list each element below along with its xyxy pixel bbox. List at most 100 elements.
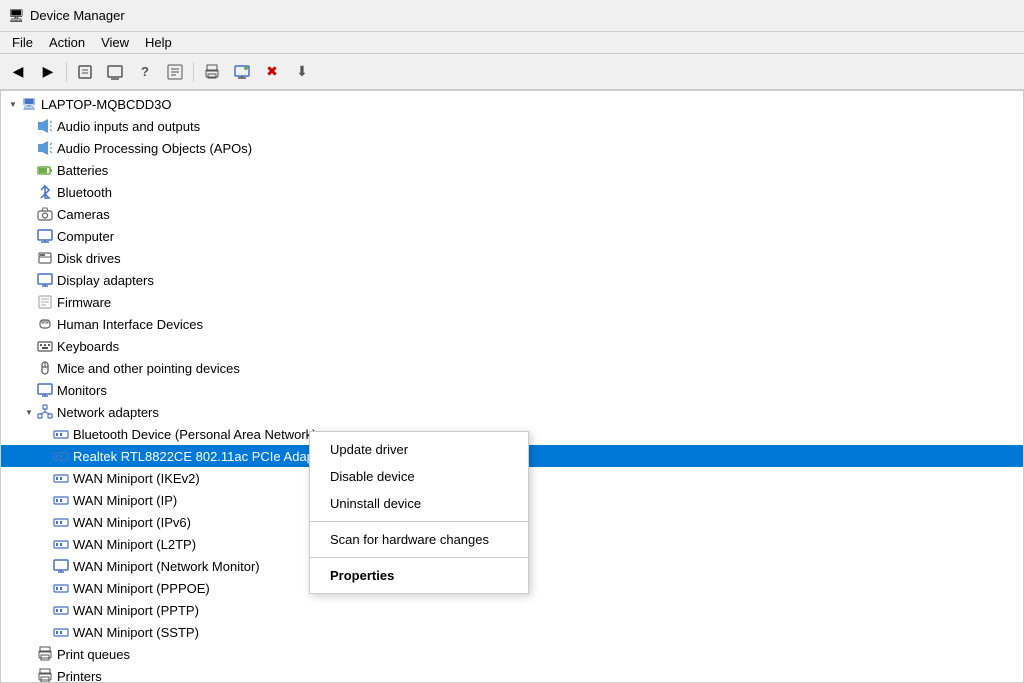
context-menu-item[interactable]: Scan for hardware changes (310, 526, 528, 553)
item-icon (53, 448, 69, 464)
item-icon (37, 118, 53, 134)
item-icon (37, 272, 53, 288)
item-icon (37, 250, 53, 266)
tree-item[interactable]: Bluetooth (1, 181, 1023, 203)
item-icon (37, 206, 53, 222)
remove-driver-button[interactable]: ✖ (258, 58, 286, 86)
expand-root[interactable] (5, 96, 21, 112)
context-menu-item[interactable]: Update driver (310, 436, 528, 463)
item-label: Monitors (57, 383, 107, 398)
item-label: Bluetooth (57, 185, 112, 200)
tree-item[interactable]: WAN Miniport (SSTP) (1, 621, 1023, 643)
print-button[interactable] (198, 58, 226, 86)
item-icon (53, 580, 69, 596)
scan-computer-button[interactable] (228, 58, 256, 86)
tree-item[interactable]: Mice and other pointing devices (1, 357, 1023, 379)
tree-item[interactable]: Monitors (1, 379, 1023, 401)
tree-item[interactable]: Keyboards (1, 335, 1023, 357)
root-label: LAPTOP-MQBCDD3O (41, 97, 172, 112)
item-icon (37, 228, 53, 244)
item-icon (53, 514, 69, 530)
menu-view[interactable]: View (93, 33, 137, 52)
item-icon (37, 162, 53, 178)
forward-button[interactable]: ▶ (34, 58, 62, 86)
item-label: WAN Miniport (IP) (73, 493, 177, 508)
item-icon (37, 668, 53, 682)
item-label: Firmware (57, 295, 111, 310)
item-label: Audio Processing Objects (APOs) (57, 141, 252, 156)
tree-item[interactable]: Cameras (1, 203, 1023, 225)
item-icon (53, 624, 69, 640)
item-label: Cameras (57, 207, 110, 222)
menu-help[interactable]: Help (137, 33, 180, 52)
item-icon (37, 316, 53, 332)
toolbar: ◀ ▶ ? ✖ ⬇ (0, 54, 1024, 90)
item-icon (37, 382, 53, 398)
expand-icon[interactable] (21, 404, 37, 420)
item-label: Bluetooth Device (Personal Area Network) (73, 427, 317, 442)
app-icon: 🖥 (8, 8, 24, 24)
item-label: Printers (57, 669, 102, 683)
item-label: Realtek RTL8822CE 802.11ac PCIe Adapter (73, 449, 329, 464)
item-icon (37, 338, 53, 354)
item-icon (37, 294, 53, 310)
context-menu-separator (310, 521, 528, 522)
item-icon (37, 184, 53, 200)
item-icon (53, 558, 69, 574)
tree-item[interactable]: Display adapters (1, 269, 1023, 291)
scan-hardware-button[interactable]: ⬇ (288, 58, 316, 86)
tree-item[interactable]: Firmware (1, 291, 1023, 313)
item-label: WAN Miniport (L2TP) (73, 537, 196, 552)
item-label: Computer (57, 229, 114, 244)
title-bar: 🖥 Device Manager (0, 0, 1024, 32)
item-label: Mice and other pointing devices (57, 361, 240, 376)
tree-item[interactable]: WAN Miniport (PPTP) (1, 599, 1023, 621)
menu-file[interactable]: File (4, 33, 41, 52)
item-label: Batteries (57, 163, 108, 178)
menu-action[interactable]: Action (41, 33, 93, 52)
item-label: Print queues (57, 647, 130, 662)
toolbar-separator-1 (66, 62, 67, 82)
root-icon: 🖥 (21, 96, 37, 112)
item-icon (37, 140, 53, 156)
item-icon (37, 360, 53, 376)
item-label: Audio inputs and outputs (57, 119, 200, 134)
item-label: Network adapters (57, 405, 159, 420)
tree-item[interactable]: Network adapters (1, 401, 1023, 423)
item-icon (53, 426, 69, 442)
toolbar-separator-2 (193, 62, 194, 82)
tree-item[interactable]: Audio inputs and outputs (1, 115, 1023, 137)
item-icon (53, 536, 69, 552)
item-label: Disk drives (57, 251, 121, 266)
tree-item[interactable]: Audio Processing Objects (APOs) (1, 137, 1023, 159)
item-label: Display adapters (57, 273, 154, 288)
window-title: Device Manager (30, 8, 125, 23)
back-button[interactable]: ◀ (4, 58, 32, 86)
item-icon (37, 646, 53, 662)
tree-item[interactable]: Printers (1, 665, 1023, 682)
tree-children: Audio inputs and outputs Audio Processing… (1, 115, 1023, 682)
context-menu-item[interactable]: Disable device (310, 463, 528, 490)
context-menu-separator (310, 557, 528, 558)
properties-button[interactable] (71, 58, 99, 86)
context-menu-item[interactable]: Uninstall device (310, 490, 528, 517)
tree-item[interactable]: Print queues (1, 643, 1023, 665)
details-button[interactable] (161, 58, 189, 86)
tree-item[interactable]: Human Interface Devices (1, 313, 1023, 335)
tree-root[interactable]: 🖥 LAPTOP-MQBCDD3O (1, 93, 1023, 115)
item-label: WAN Miniport (Network Monitor) (73, 559, 260, 574)
tree-item[interactable]: Batteries (1, 159, 1023, 181)
context-menu: Update driverDisable deviceUninstall dev… (309, 431, 529, 594)
main-area: 🖥 LAPTOP-MQBCDD3O Audio inputs and outpu… (0, 90, 1024, 683)
item-icon (53, 602, 69, 618)
help-button[interactable]: ? (131, 58, 159, 86)
item-label: Keyboards (57, 339, 119, 354)
item-label: WAN Miniport (PPTP) (73, 603, 199, 618)
context-menu-item[interactable]: Properties (310, 562, 528, 589)
item-icon (53, 470, 69, 486)
update-driver-button[interactable] (101, 58, 129, 86)
item-label: WAN Miniport (SSTP) (73, 625, 199, 640)
tree-item[interactable]: Disk drives (1, 247, 1023, 269)
tree-item[interactable]: Computer (1, 225, 1023, 247)
item-icon (37, 404, 53, 420)
